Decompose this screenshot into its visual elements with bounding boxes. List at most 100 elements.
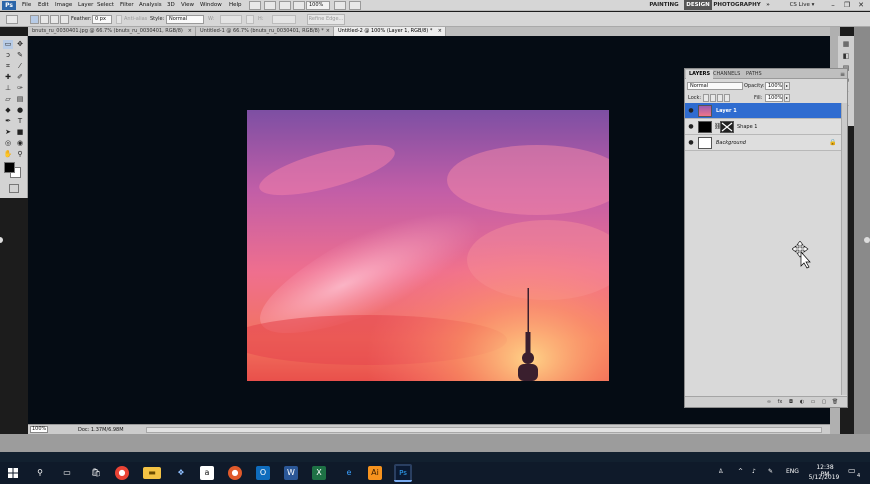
- pen-tool-icon[interactable]: ✒: [3, 117, 13, 126]
- visibility-eye-icon[interactable]: ●: [687, 139, 695, 147]
- intersect-selection-icon[interactable]: [60, 15, 69, 24]
- quick-mask-icon[interactable]: [9, 184, 19, 193]
- outlook-icon[interactable]: O: [256, 466, 270, 480]
- quick-selection-tool-icon[interactable]: ✎: [15, 51, 25, 60]
- menu-view[interactable]: View: [181, 2, 194, 8]
- arrange-documents-icon[interactable]: [334, 1, 346, 10]
- new-selection-icon[interactable]: [30, 15, 39, 24]
- clone-stamp-tool-icon[interactable]: ⊥: [3, 84, 13, 93]
- visibility-eye-icon[interactable]: ●: [687, 107, 695, 115]
- dropbox-icon[interactable]: ❖: [172, 464, 190, 482]
- excel-icon[interactable]: X: [312, 466, 326, 480]
- foreground-color-swatch[interactable]: [4, 162, 15, 173]
- document-size-info[interactable]: Doc: 1.37M/6.98M: [78, 427, 124, 433]
- rectangular-marquee-tool-icon[interactable]: ▭: [3, 40, 13, 49]
- lock-pixels-icon[interactable]: [710, 94, 716, 102]
- crop-tool-icon[interactable]: ⌗: [3, 62, 13, 71]
- 3d-rotate-tool-icon[interactable]: ◎: [3, 139, 13, 148]
- people-icon[interactable]: ♙: [718, 468, 723, 475]
- zoom-tool-icon[interactable]: ⚲: [15, 150, 25, 159]
- subtract-selection-icon[interactable]: [50, 15, 59, 24]
- close-button[interactable]: ✕: [854, 0, 868, 10]
- amazon-icon[interactable]: a: [200, 466, 214, 480]
- volume-icon[interactable]: ♪: [752, 468, 756, 475]
- menu-image[interactable]: Image: [55, 2, 72, 8]
- lasso-tool-icon[interactable]: ↄ: [3, 51, 13, 60]
- illustrator-icon[interactable]: Ai: [368, 466, 382, 480]
- link-layers-icon[interactable]: ∞: [765, 399, 773, 406]
- menu-help[interactable]: Help: [229, 2, 242, 8]
- restore-button[interactable]: ❐: [840, 0, 854, 10]
- eraser-tool-icon[interactable]: ▱: [3, 95, 13, 104]
- tab-channels[interactable]: CHANNELS: [710, 70, 743, 79]
- menu-layer[interactable]: Layer: [78, 2, 93, 8]
- mini-bridge-icon[interactable]: [264, 1, 276, 10]
- type-tool-icon[interactable]: T: [15, 117, 25, 126]
- cs-live-button[interactable]: CS Live ▾: [782, 0, 822, 10]
- histogram-panel-icon[interactable]: ▦: [841, 40, 851, 49]
- tab-close-icon[interactable]: ×: [326, 27, 330, 36]
- opacity-slider-arrow-icon[interactable]: ▸: [784, 82, 790, 90]
- menu-select[interactable]: Select: [97, 2, 114, 8]
- opacity-input[interactable]: 100%: [765, 82, 783, 90]
- layer-row-background[interactable]: ● Background 🔒: [685, 135, 841, 151]
- tab-close-icon[interactable]: ×: [188, 27, 192, 36]
- healing-brush-tool-icon[interactable]: ✚: [3, 73, 13, 82]
- fill-slider-arrow-icon[interactable]: ▸: [784, 94, 790, 102]
- height-input[interactable]: [272, 15, 296, 24]
- screen-mode-icon[interactable]: [349, 1, 361, 10]
- visibility-eye-icon[interactable]: ●: [687, 123, 695, 131]
- workspace-design[interactable]: DESIGN: [684, 0, 712, 10]
- zoom-tool-icon[interactable]: [293, 1, 305, 10]
- add-mask-icon[interactable]: ◘: [787, 399, 795, 406]
- new-layer-icon[interactable]: ▢: [820, 399, 828, 406]
- search-icon[interactable]: ⚲: [31, 464, 49, 482]
- eyedropper-tool-icon[interactable]: ⁄: [15, 62, 25, 71]
- layers-scrollbar[interactable]: [841, 103, 847, 395]
- tab-close-icon[interactable]: ×: [438, 27, 442, 36]
- layer-row-layer-1[interactable]: ● Layer 1: [685, 103, 841, 119]
- store-icon[interactable]: 🛍: [87, 464, 105, 482]
- hand-tool-icon[interactable]: ✋: [3, 150, 13, 159]
- show-hidden-icons-icon[interactable]: ^: [738, 468, 743, 475]
- layer-style-icon[interactable]: fx: [776, 399, 784, 406]
- word-icon[interactable]: W: [284, 466, 298, 480]
- status-zoom-input[interactable]: 100%: [30, 426, 48, 433]
- minimize-button[interactable]: –: [826, 0, 840, 10]
- panel-resize-handle-right[interactable]: [864, 237, 870, 243]
- horizontal-scrollbar[interactable]: [146, 427, 822, 433]
- blend-mode-select[interactable]: Normal: [687, 82, 743, 90]
- workspace-photography[interactable]: PHOTOGRAPHY: [713, 0, 761, 10]
- style-select[interactable]: Normal: [166, 15, 204, 24]
- history-brush-tool-icon[interactable]: ✑: [15, 84, 25, 93]
- layer-row-shape-1[interactable]: ● ⛓ Shape 1: [685, 119, 841, 135]
- zoom-level-select[interactable]: 100%: [306, 1, 330, 10]
- 3d-orbit-tool-icon[interactable]: ◉: [15, 139, 25, 148]
- antialias-checkbox[interactable]: [116, 15, 122, 24]
- lock-transparency-icon[interactable]: [703, 94, 709, 102]
- more-workspaces-button[interactable]: »: [762, 0, 774, 10]
- panel-menu-icon[interactable]: ≡: [837, 70, 848, 79]
- panel-resize-handle-left[interactable]: [0, 237, 3, 243]
- edge-icon[interactable]: e: [340, 464, 358, 482]
- photoshop-taskbar-icon[interactable]: Ps: [394, 464, 412, 482]
- menu-3d[interactable]: 3D: [167, 2, 175, 8]
- menu-edit[interactable]: Edit: [38, 2, 49, 8]
- file-explorer-icon[interactable]: ▬: [143, 467, 161, 479]
- workspace-painting[interactable]: PAINTING: [645, 0, 683, 10]
- new-group-icon[interactable]: ▭: [809, 399, 817, 406]
- brush-tool-icon[interactable]: ✐: [15, 73, 25, 82]
- feather-input[interactable]: 0 px: [92, 15, 112, 24]
- chrome-icon[interactable]: ●: [115, 466, 129, 480]
- tab-paths[interactable]: PATHS: [743, 70, 765, 79]
- clock-date[interactable]: 5/12/2019: [806, 474, 842, 481]
- media-player-icon[interactable]: ●: [228, 466, 242, 480]
- shape-tool-icon[interactable]: ■: [15, 128, 25, 137]
- task-view-icon[interactable]: ▭: [58, 464, 76, 482]
- hand-tool-icon[interactable]: [279, 1, 291, 10]
- gradient-tool-icon[interactable]: ▤: [15, 95, 25, 104]
- menu-window[interactable]: Window: [200, 2, 222, 8]
- width-input[interactable]: [220, 15, 242, 24]
- swap-dimensions-icon[interactable]: [246, 15, 254, 24]
- fill-input[interactable]: 100%: [765, 94, 783, 102]
